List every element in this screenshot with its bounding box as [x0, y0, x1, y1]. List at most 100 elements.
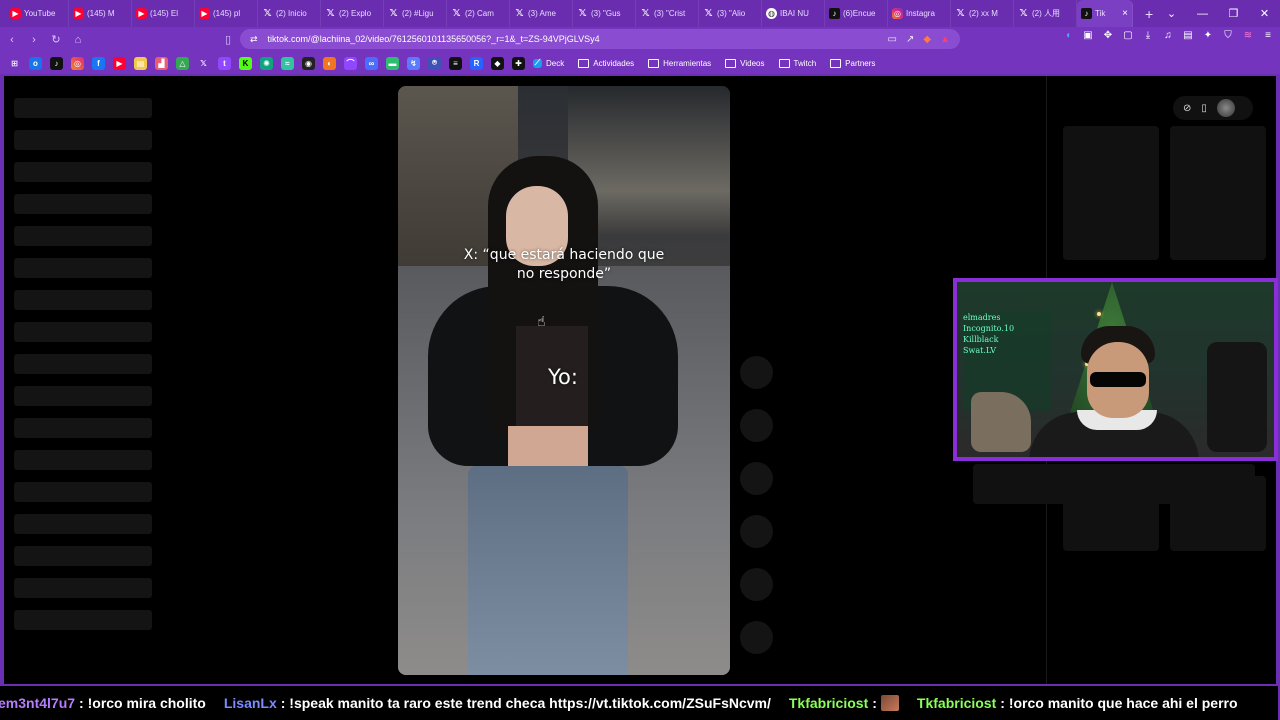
edge-icon[interactable]: ⌒	[344, 56, 357, 70]
share-button[interactable]	[740, 568, 773, 601]
menu-icon[interactable]: ≡	[1262, 30, 1274, 41]
home-icon[interactable]: ⌂	[68, 30, 88, 50]
browser-tab[interactable]: 𝕏 (2) Explo	[321, 0, 384, 27]
save-button[interactable]	[740, 515, 773, 548]
music-icon[interactable]: ♫	[1162, 30, 1174, 41]
browser-tab[interactable]: ▶ YouTube	[6, 0, 69, 27]
puzzle-icon[interactable]: ✥	[1102, 30, 1114, 41]
twitch-icon[interactable]: t	[218, 56, 231, 70]
comment-button[interactable]	[740, 462, 773, 495]
back-icon[interactable]: ‹	[2, 30, 22, 50]
forward-icon[interactable]: ›	[24, 30, 44, 50]
crunchyroll-icon[interactable]: ◐	[323, 56, 336, 70]
avatar-placeholder[interactable]	[740, 356, 773, 389]
wallet-icon[interactable]: ▤	[1182, 30, 1194, 41]
sidebar-icon[interactable]: ◖	[1062, 30, 1074, 41]
download-icon[interactable]: ⤓	[1142, 30, 1154, 41]
drive-icon[interactable]: △	[176, 56, 189, 70]
browser-tab[interactable]: 𝕏 (2) xx M	[951, 0, 1014, 27]
browser-tab[interactable]: 𝕏 (3) "Crist	[636, 0, 699, 27]
video-player[interactable]: X: “que estará haciendo que no responde”…	[398, 86, 730, 675]
close-window-button[interactable]: ✕	[1249, 0, 1280, 27]
chat-icon[interactable]: ▬	[386, 56, 399, 70]
obs-icon[interactable]: ◉	[302, 56, 315, 70]
ai-icon[interactable]: ✺	[260, 56, 273, 70]
apps-grid-icon[interactable]: ⊞	[8, 57, 21, 70]
browser-tab[interactable]: ♪ (6)Encue	[825, 0, 888, 27]
bookmark-folder-videos[interactable]: Videos	[725, 58, 765, 68]
bookmark-deck[interactable]: ⟋ Deck	[533, 58, 564, 68]
brave-shields-icon[interactable]: ◆	[923, 34, 931, 45]
coin-icon[interactable]: ⊘	[1183, 103, 1191, 114]
device-icon[interactable]: ▯	[1201, 103, 1207, 114]
extension-icon[interactable]: ▣	[1082, 30, 1094, 41]
new-tab-button[interactable]: +	[1145, 6, 1153, 22]
youtube-icon[interactable]: ▶	[113, 56, 126, 70]
tiktok-icon[interactable]: ♪	[50, 56, 63, 70]
music-button[interactable]	[740, 621, 773, 654]
bookmark-folder-partners[interactable]: Partners	[830, 58, 875, 68]
browser-tab[interactable]: 𝕏 (3) Ame	[510, 0, 573, 27]
site-info-icon[interactable]: ⇄	[250, 34, 258, 45]
action-buttons	[740, 356, 774, 674]
link-icon[interactable]: ∞	[365, 56, 378, 70]
cast-icon[interactable]: ▭	[888, 34, 897, 45]
tab-search-icon[interactable]: ⌄	[1156, 0, 1187, 27]
facebook-icon[interactable]: f	[92, 56, 105, 70]
note-icon[interactable]: ▤	[134, 56, 147, 70]
suggested-card[interactable]	[1063, 126, 1159, 260]
plus-icon[interactable]: ✚	[512, 56, 525, 70]
like-button[interactable]	[740, 409, 773, 442]
browser-tab[interactable]: 𝕏 (3) "Gus	[573, 0, 636, 27]
browser-tab[interactable]: ▶ (145) El	[132, 0, 195, 27]
screenshot-icon[interactable]: ▢	[1122, 30, 1134, 41]
r-icon[interactable]: R	[470, 56, 483, 70]
minimize-button[interactable]: —	[1187, 0, 1218, 27]
x-icon: 𝕏	[641, 8, 650, 19]
kick-icon[interactable]: K	[239, 56, 252, 70]
x-icon: 𝕏	[326, 8, 335, 19]
streamlabs-icon[interactable]: ≈	[281, 56, 294, 70]
bookmark-folder-twitch[interactable]: Twitch	[778, 58, 816, 68]
chat-message: LisanLx: !speak manito ta raro este tren…	[224, 695, 771, 711]
leo-ai-icon[interactable]: ✦	[1202, 30, 1214, 41]
stats-icon[interactable]: ▟	[155, 56, 168, 70]
close-tab-icon[interactable]: ×	[1122, 8, 1128, 19]
reload-icon[interactable]: ↻	[46, 30, 66, 50]
vpn-icon[interactable]: ⛉	[1222, 30, 1234, 41]
chat-text: : !orco manito que hace ahi el perro	[1000, 695, 1238, 711]
diamond-icon[interactable]: ◆	[491, 56, 504, 70]
stream-icon[interactable]: ⍟	[428, 56, 441, 70]
browser-tab[interactable]: 𝕏 (2) #Ligu	[384, 0, 447, 27]
bookmark-folder-herramientas[interactable]: Herramientas	[648, 58, 711, 68]
url-text[interactable]: tiktok.com/@lachiina_02/video/7612560101…	[268, 34, 600, 44]
outlook-icon[interactable]: o	[29, 56, 42, 70]
bookmark-page-icon[interactable]: ▯	[218, 30, 238, 50]
share-icon[interactable]: ↗	[906, 34, 914, 45]
browser-tab[interactable]: 𝕏 (2) Cam	[447, 0, 510, 27]
browser-tab[interactable]: 𝕏 (2) 人用	[1014, 0, 1077, 27]
suggested-card[interactable]	[1170, 126, 1266, 260]
skeleton-item	[14, 226, 152, 246]
bookmark-folder-actividades[interactable]: Actividades	[578, 58, 634, 68]
sign-line: Incognito.10	[963, 324, 1015, 333]
mixer-icon[interactable]: ≡	[449, 56, 462, 70]
tab-title: YouTube	[24, 9, 56, 18]
sync-icon[interactable]: ↯	[407, 56, 420, 70]
browser-tab[interactable]: ♪ Tik ×	[1077, 0, 1133, 27]
browser-tab[interactable]: ▶ (145) pl	[195, 0, 258, 27]
rainbow-icon[interactable]: ≋	[1242, 30, 1254, 41]
browser-tab[interactable]: 𝕏 (2) Inicio	[258, 0, 321, 27]
browser-tab[interactable]: ◎ Instagra	[888, 0, 951, 27]
address-bar[interactable]: ⇄ tiktok.com/@lachiina_02/video/76125601…	[240, 29, 960, 49]
browser-tab[interactable]: ◍ IBAI NU	[762, 0, 825, 27]
browser-tab[interactable]: ▶ (145) M	[69, 0, 132, 27]
maximize-button[interactable]: ❐	[1218, 0, 1249, 27]
brave-rewards-icon[interactable]: ▲	[940, 34, 950, 45]
tree-light	[1097, 312, 1101, 316]
browser-tab[interactable]: 𝕏 (3) "Alio	[699, 0, 762, 27]
profile-avatar[interactable]	[1216, 99, 1235, 117]
instagram-icon[interactable]: ◎	[71, 56, 84, 70]
x-icon[interactable]: 𝕏	[197, 57, 210, 70]
chat-ticker: em3nt4l7u7: !orco mira cholito LisanLx: !…	[0, 686, 1278, 720]
